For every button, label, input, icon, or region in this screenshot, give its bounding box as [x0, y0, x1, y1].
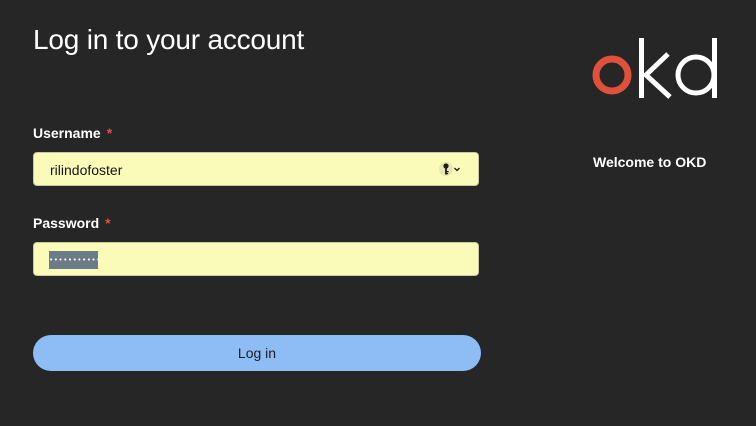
- key-icon[interactable]: [439, 160, 463, 178]
- password-field[interactable]: •••••••••••: [33, 242, 479, 276]
- username-value[interactable]: rilindofoster: [50, 162, 122, 178]
- username-field[interactable]: rilindofoster: [33, 152, 479, 186]
- okd-logo: [592, 38, 717, 99]
- password-label: Password *: [33, 215, 111, 231]
- password-masked-value[interactable]: •••••••••••: [49, 251, 100, 269]
- required-mark: *: [105, 215, 111, 231]
- login-button[interactable]: Log in: [33, 335, 481, 371]
- password-label-text: Password: [33, 215, 100, 231]
- username-label: Username *: [33, 125, 112, 141]
- page-title: Log in to your account: [33, 24, 305, 55]
- login-page: Log in to your account Username * rilindo…: [0, 0, 756, 426]
- welcome-text: Welcome to OKD: [593, 154, 707, 170]
- username-label-text: Username: [33, 125, 101, 141]
- required-mark: *: [106, 125, 113, 141]
